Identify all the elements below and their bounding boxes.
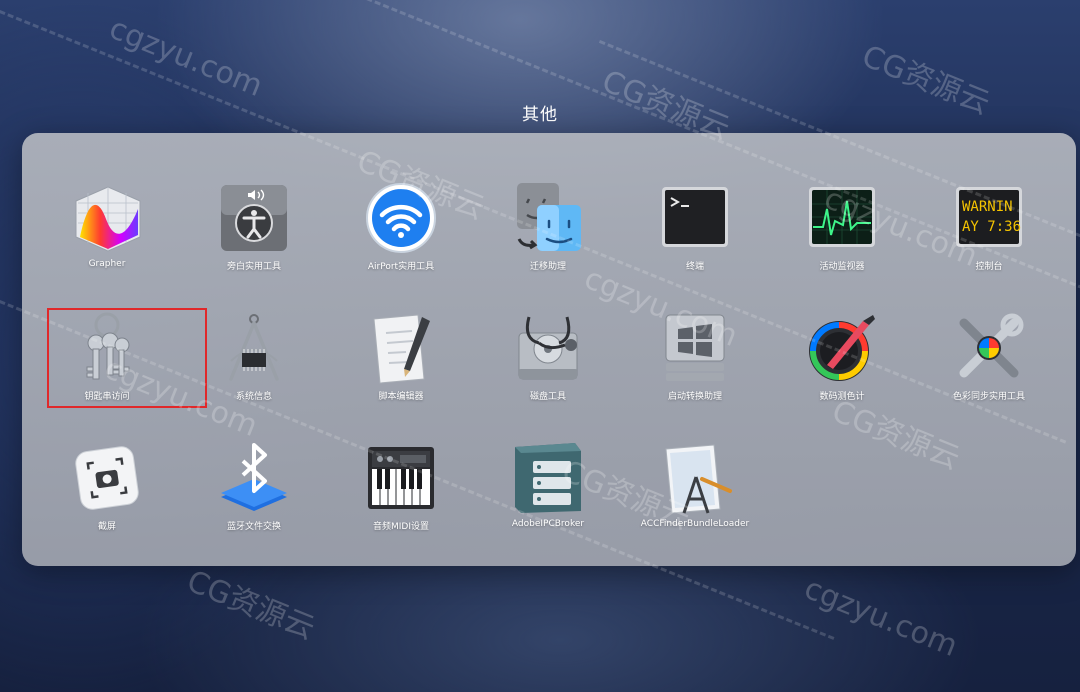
app-screenshot[interactable]: 截屏 (34, 423, 180, 543)
voiceover-utility-icon (215, 179, 293, 257)
watermark-text: CG资源云 (182, 563, 320, 647)
app-migration-assistant[interactable]: 迁移助理 (475, 163, 621, 283)
app-label: ACCFinderBundleLoader (640, 519, 750, 529)
app-label: 启动转换助理 (667, 392, 722, 402)
airport-utility-icon (362, 179, 440, 257)
app-label: AdobeIPCBroker (511, 519, 585, 529)
app-airport-utility[interactable]: AirPort实用工具 (328, 163, 474, 283)
app-acc-finder-bundle-loader[interactable]: ACCFinderBundleLoader (622, 423, 768, 543)
bluetooth-file-exchange-icon (215, 439, 293, 517)
app-label: 脚本编辑器 (378, 392, 424, 402)
console-screen-line-1: WARNIN (962, 199, 1013, 215)
grapher-icon (68, 179, 146, 257)
app-label: 截屏 (97, 522, 116, 532)
app-terminal[interactable]: 终端 (622, 163, 768, 283)
app-label: 活动监视器 (819, 262, 865, 272)
disk-utility-icon (509, 309, 587, 387)
app-label: 音频MIDI设置 (372, 522, 429, 532)
terminal-icon (656, 179, 734, 257)
app-label: 控制台 (975, 262, 1003, 272)
app-activity-monitor[interactable]: 活动监视器 (769, 163, 915, 283)
console-screen-line-2: AY 7:36 (962, 219, 1021, 235)
app-audio-midi-setup[interactable]: 音频MIDI设置 (328, 423, 474, 543)
app-label: 旁白实用工具 (226, 262, 281, 272)
console-icon: WARNIN AY 7:36 (950, 179, 1028, 257)
watermark-text: cgzyu.com (104, 10, 268, 105)
app-disk-utility[interactable]: 磁盘工具 (475, 293, 621, 413)
watermark-text: cgzyu.com (799, 570, 963, 665)
app-label: 终端 (685, 262, 704, 272)
app-script-editor[interactable]: 脚本编辑器 (328, 293, 474, 413)
adobe-ipc-broker-icon (509, 439, 587, 517)
app-label: Grapher (88, 259, 126, 269)
app-bluetooth-file-exchange[interactable]: 蓝牙文件交换 (181, 423, 327, 543)
app-label: 色彩同步实用工具 (952, 392, 1025, 402)
activity-monitor-icon (803, 179, 881, 257)
digital-color-meter-icon (803, 309, 881, 387)
acc-finder-bundle-loader-icon (656, 439, 734, 517)
app-label: AirPort实用工具 (367, 262, 435, 272)
app-grapher[interactable]: Grapher (34, 163, 180, 283)
app-digital-color-meter[interactable]: 数码测色计 (769, 293, 915, 413)
app-console[interactable]: WARNIN AY 7:36 控制台 (916, 163, 1062, 283)
migration-assistant-icon (509, 179, 587, 257)
selection-highlight (47, 308, 207, 408)
app-label: 蓝牙文件交换 (226, 522, 281, 532)
app-adobe-ipc-broker[interactable]: AdobeIPCBroker (475, 423, 621, 543)
screenshot-icon (68, 439, 146, 517)
boot-camp-assistant-icon (656, 309, 734, 387)
app-label: 数码测色计 (819, 392, 865, 402)
app-boot-camp-assistant[interactable]: 启动转换助理 (622, 293, 768, 413)
colorsync-utility-icon (950, 309, 1028, 387)
audio-midi-setup-icon (362, 439, 440, 517)
app-colorsync-utility[interactable]: 色彩同步实用工具 (916, 293, 1062, 413)
app-label: 系统信息 (235, 392, 272, 402)
system-information-icon (215, 309, 293, 387)
script-editor-icon (362, 309, 440, 387)
app-voiceover-utility[interactable]: 旁白实用工具 (181, 163, 327, 283)
folder-title[interactable]: 其他 (0, 100, 1080, 125)
app-label: 磁盘工具 (529, 392, 566, 402)
app-label: 迁移助理 (529, 262, 566, 272)
